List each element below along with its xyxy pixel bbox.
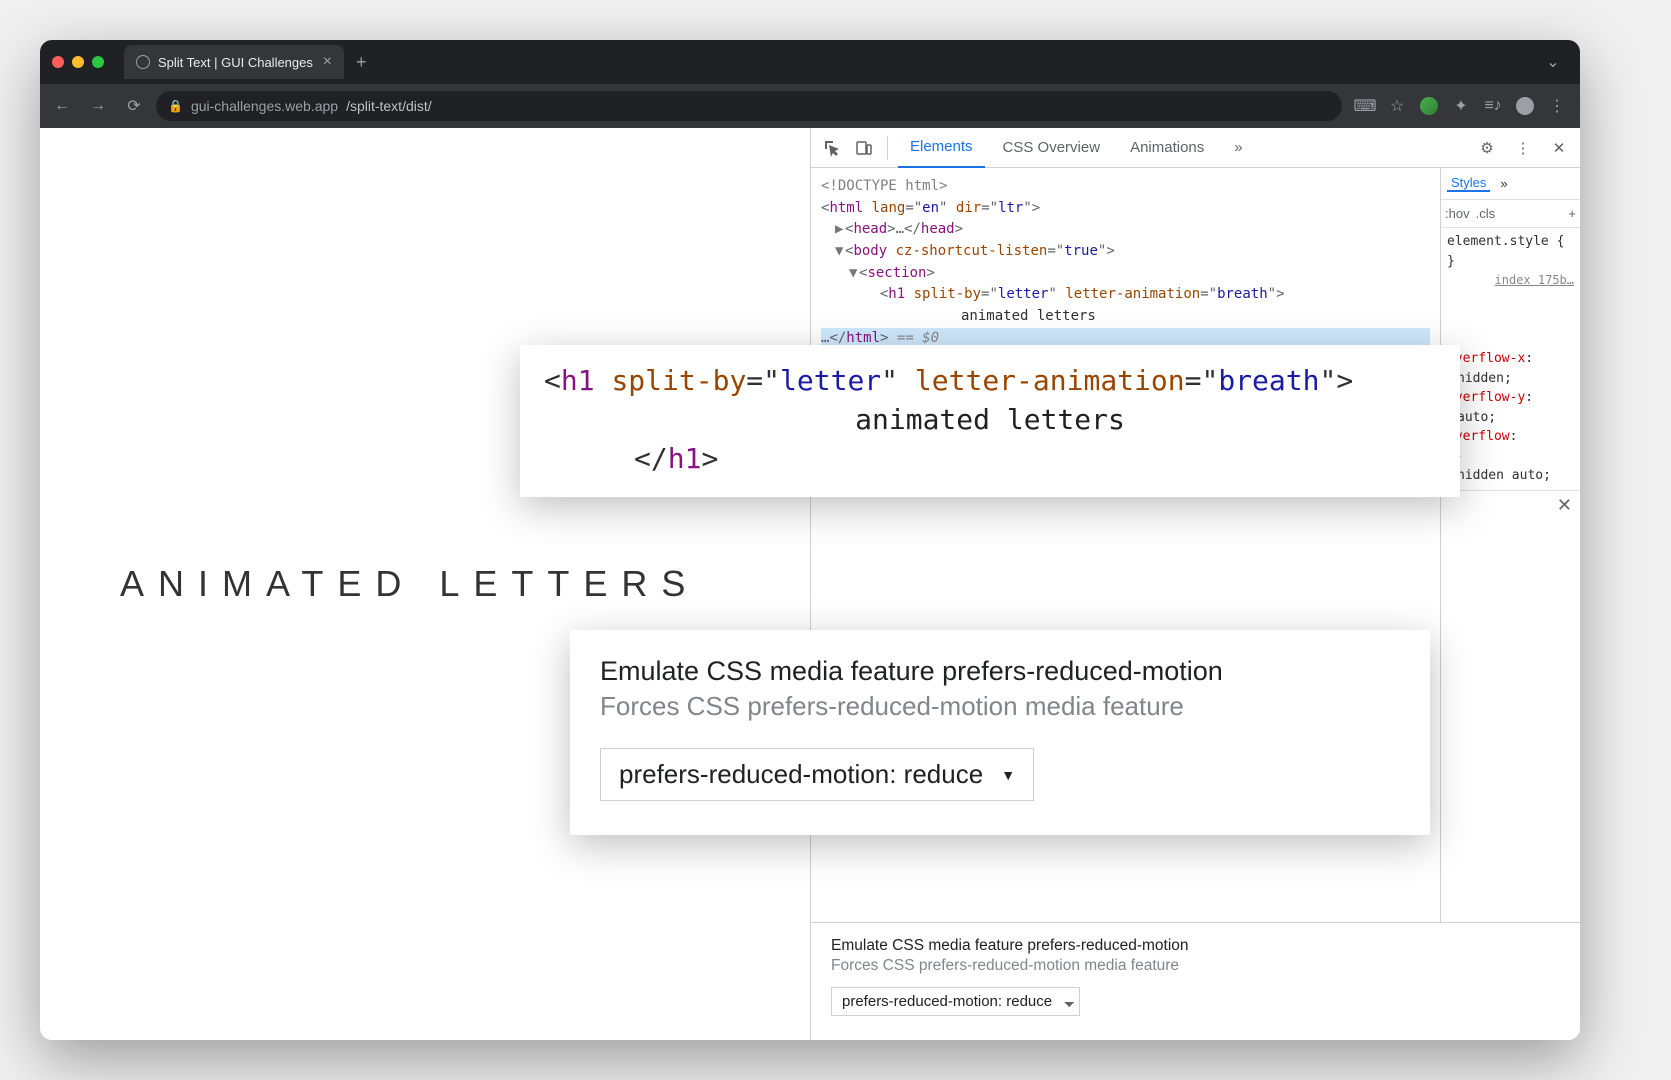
tab-animations[interactable]: Animations [1118,128,1216,168]
window-controls [52,56,104,68]
extensions-puzzle-icon[interactable]: ✦ [1452,97,1470,115]
tab-styles-overflow[interactable]: » [1496,176,1511,191]
tab-overflow[interactable]: » [1222,128,1254,168]
styles-filter-row: :hov .cls + [1441,200,1580,228]
callout-h1-close: </h1> [544,439,1436,478]
address-row: ← → ⟳ 🔒 gui-challenges.web.app/split-tex… [40,84,1580,128]
callout-rendering: Emulate CSS media feature prefers-reduce… [570,630,1430,835]
styles-close[interactable]: ✕ [1441,490,1580,520]
callout-render-select[interactable]: prefers-reduced-motion: reduce ▼ [600,748,1034,801]
callout-code-snippet: <h1 split-by="letter" letter-animation="… [520,345,1460,497]
close-tab-icon[interactable]: × [323,53,332,71]
tab-elements[interactable]: Elements [898,128,985,168]
close-window-icon[interactable] [52,56,64,68]
reading-list-icon[interactable]: ≡♪ [1484,97,1502,115]
translate-icon[interactable]: ⌨ [1356,97,1374,115]
bookmark-star-icon[interactable]: ☆ [1388,97,1406,115]
styles-rules[interactable]: element.style { } index 175b… overflow-x… [1441,228,1580,490]
url-host: gui-challenges.web.app [191,98,338,114]
content-area: ANIMATED LETTERS Elements CSS Overview A… [40,128,1580,1040]
address-bar[interactable]: 🔒 gui-challenges.web.app/split-text/dist… [156,91,1342,121]
menu-kebab-icon[interactable]: ⋮ [1548,97,1566,115]
lock-icon: 🔒 [168,99,183,113]
kebab-icon[interactable]: ⋮ [1510,135,1536,161]
hov-toggle[interactable]: :hov [1445,206,1470,221]
extension-icon[interactable] [1420,97,1438,115]
callout-render-title: Emulate CSS media feature prefers-reduce… [600,656,1400,687]
inspect-element-icon[interactable] [819,135,845,161]
rule-overflow-y: overflow-y: [1447,388,1574,408]
styles-tabs: Styles » [1441,168,1580,200]
chevron-down-icon: ▼ [1001,767,1015,783]
browser-window: Split Text | GUI Challenges × + ⌄ ← → ⟳ … [40,40,1580,1040]
element-style-label: element.style { [1447,232,1574,252]
dom-body[interactable]: ▼<body cz-shortcut-listen="true"> [821,241,1430,263]
devtools-tabbar: Elements CSS Overview Animations » ⚙ ⋮ ✕ [811,128,1580,168]
new-tab-button[interactable]: + [356,52,367,73]
cls-toggle[interactable]: .cls [1476,206,1496,221]
callout-h1-open: <h1 split-by="letter" letter-animation="… [544,361,1436,400]
url-path: /split-text/dist/ [346,98,432,114]
rendering-subtitle: Forces CSS prefers-reduced-motion media … [831,957,1560,975]
val-hidden-auto: hidden auto; [1447,466,1574,486]
rendering-title: Emulate CSS media feature prefers-reduce… [831,937,1560,955]
gear-icon[interactable]: ⚙ [1474,135,1500,161]
page-viewport: ANIMATED LETTERS [40,128,810,1040]
new-style-rule-icon[interactable]: + [1568,206,1576,221]
rule-overflow: overflow: [1447,427,1574,447]
source-link[interactable]: index 175b… [1447,271,1574,289]
tab-favicon-icon [136,55,150,69]
tab-title: Split Text | GUI Challenges [158,55,313,70]
dom-h1-open[interactable]: <h1 split-by="letter" letter-animation="… [821,284,1430,306]
dom-html-open[interactable]: <html lang="en" dir="ltr"> [821,198,1430,220]
dom-section[interactable]: ▼<section> [821,263,1430,285]
reload-button[interactable]: ⟳ [120,96,148,116]
rendering-drawer: Emulate CSS media feature prefers-reduce… [811,922,1580,1040]
devtools-panel: Elements CSS Overview Animations » ⚙ ⋮ ✕… [810,128,1580,1040]
forward-button[interactable]: → [84,97,112,115]
callout-h1-text: animated letters [544,400,1436,439]
rule-overflow-x: overflow-x: [1447,349,1574,369]
disclosure-icon[interactable]: ▶ [1447,447,1574,467]
styles-pane: Styles » :hov .cls + element.style { } i… [1440,168,1580,922]
chevron-down-icon[interactable]: ⌄ [1544,53,1562,71]
dom-doctype: <!DOCTYPE html> [821,176,1430,198]
device-toolbar-icon[interactable] [851,135,877,161]
prefers-reduced-motion-select[interactable]: prefers-reduced-motion: reduce [831,987,1080,1016]
tab-css-overview[interactable]: CSS Overview [991,128,1113,168]
dom-head[interactable]: ▶<head>…</head> [821,219,1430,241]
tab-styles[interactable]: Styles [1447,175,1490,192]
back-button[interactable]: ← [48,97,76,115]
callout-render-subtitle: Forces CSS prefers-reduced-motion media … [600,691,1400,722]
toolbar-icons: ⌨ ☆ ✦ ≡♪ ⋮ [1350,97,1572,115]
val-auto: auto; [1447,408,1574,428]
minimize-window-icon[interactable] [72,56,84,68]
chrome-toolbar: Split Text | GUI Challenges × + ⌄ ← → ⟳ … [40,40,1580,128]
dom-h1-text: animated letters [821,306,1430,328]
val-hidden: hidden; [1447,369,1574,389]
browser-tab[interactable]: Split Text | GUI Challenges × [124,45,344,79]
maximize-window-icon[interactable] [92,56,104,68]
profile-avatar-icon[interactable] [1516,97,1534,115]
callout-render-select-value: prefers-reduced-motion: reduce [619,759,983,790]
tab-strip: Split Text | GUI Challenges × + ⌄ [40,40,1580,84]
page-heading: ANIMATED LETTERS [120,563,699,605]
brace-close: } [1447,252,1574,272]
close-devtools-icon[interactable]: ✕ [1546,135,1572,161]
